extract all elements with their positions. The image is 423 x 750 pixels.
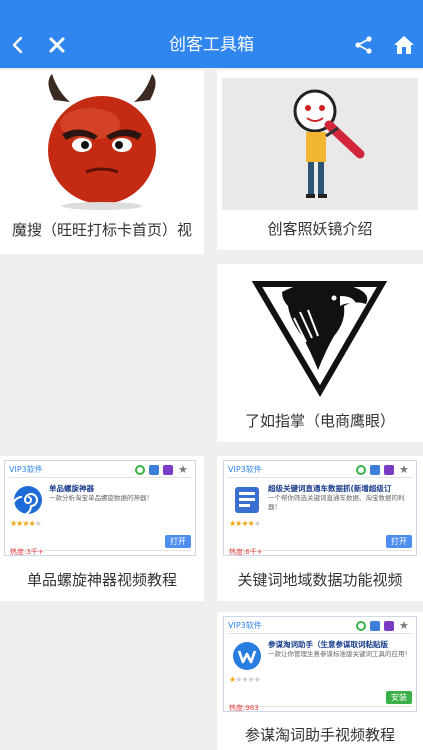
vip-tag: VIP3软件 [228,621,262,630]
install-button: 安装 [386,691,412,704]
promo-title: 参谋淘词助手（生意参谋取词粘贴版 [268,640,388,649]
heat-count: 热度:6千+ [229,548,263,556]
rating-stars: ★★★★★ [229,675,261,684]
star-icon: ★ [399,619,409,632]
refresh-icon [356,621,366,631]
promo-desc: 一个帮你筛选关键词直通车数据、淘宝数据的利器！ [268,494,405,511]
divider [228,477,412,478]
devil-emoji-image [4,72,200,210]
card-title: 了如指掌（电商鹰眼） [244,412,395,430]
video-card[interactable]: 魔搜（旺旺打标卡首页）视 [0,70,204,254]
star-icon: ★ [399,463,409,476]
heat-count: 热度:983 [229,704,259,712]
save-icon [370,465,380,475]
share-button[interactable] [350,22,378,68]
promo-keyword-tool: VIP3软件 ★ 超级关键词直通车数据抓(新增超级订 一个帮你筛选关键词直通车数… [223,460,417,556]
home-icon [394,36,414,54]
refresh-icon [135,465,145,475]
promo-title: 超级关键词直通车数据抓(新增超级订 [268,484,392,493]
status-bar [0,0,423,22]
heat-count: 热度:3千+ [10,548,44,556]
card-title: 参谋淘词助手视频教程 [244,726,395,744]
video-card[interactable]: 了如指掌（电商鹰眼） [217,264,423,442]
open-button: 打开 [165,535,191,548]
card-title: 魔搜（旺旺打标卡首页）视 [11,221,192,239]
rating-stars: ★★★★★ [10,519,42,528]
video-card[interactable]: 创客照妖镜介绍 [217,70,423,250]
promo-desc: 一款让你管理生意参谋标准版关键词工具的应用！ [268,650,411,658]
home-button[interactable] [390,22,418,68]
play-icon [384,621,394,631]
promo-title: 单品螺旋神器 [49,484,94,493]
promo-desc: 一款分析淘宝单品螺旋数据的神器！ [49,494,153,502]
save-icon [370,621,380,631]
w-logo-icon [233,642,261,670]
promo-word-assistant: VIP3软件 ★ 参谋淘词助手（生意参谋取词粘贴版 一款让你管理生意参谋标准版关… [223,616,417,712]
play-icon [163,465,173,475]
video-card[interactable]: VIP3软件 ★ 单品螺旋神器 一款分析淘宝单品螺旋数据的神器！ ★★★★★ 打… [0,456,204,601]
video-card[interactable]: VIP3软件 ★ 超级关键词直通车数据抓(新增超级订 一个帮你筛选关键词直通车数… [217,456,423,601]
document-icon [235,487,259,513]
divider [228,633,412,634]
save-icon [149,465,159,475]
play-icon [384,465,394,475]
rating-stars: ★★★★★ [229,519,261,528]
app-header: 创客工具箱 [0,22,423,68]
refresh-icon [356,465,366,475]
star-icon: ★ [178,463,188,476]
card-title: 创客照妖镜介绍 [267,220,373,238]
open-button: 打开 [386,535,412,548]
share-icon [355,36,372,54]
card-title: 关键词地域数据功能视频 [237,571,403,589]
magnifier-clown-image [222,78,418,210]
eagle-triangle-logo [222,266,418,398]
vip-tag: VIP3软件 [9,465,43,474]
spiral-icon [13,486,42,515]
vip-tag: VIP3软件 [228,465,262,474]
card-title: 单品螺旋神器视频教程 [26,571,177,589]
video-card[interactable]: VIP3软件 ★ 参谋淘词助手（生意参谋取词粘贴版 一款让你管理生意参谋标准版关… [217,612,423,750]
promo-spiral-tool: VIP3软件 ★ 单品螺旋神器 一款分析淘宝单品螺旋数据的神器！ ★★★★★ 打… [4,460,196,556]
divider [9,477,191,478]
